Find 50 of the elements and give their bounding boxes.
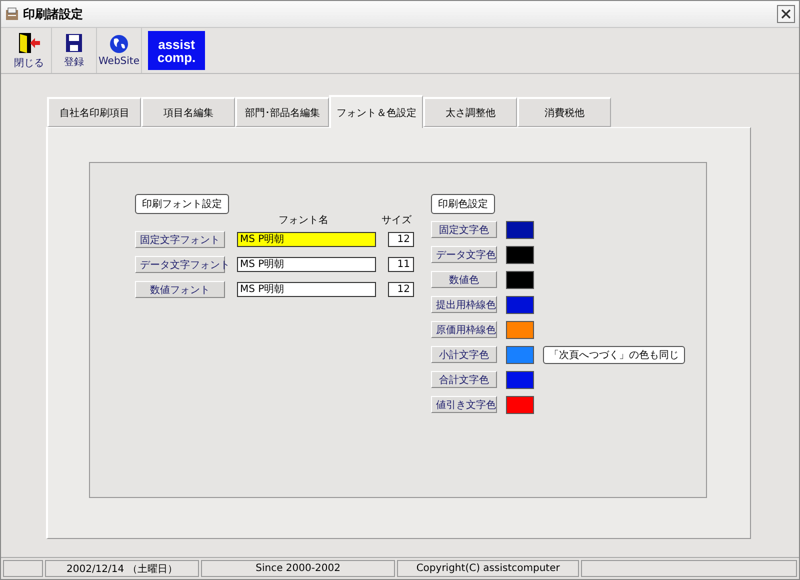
- section-heading: 印刷色設定: [431, 194, 495, 214]
- color-swatch[interactable]: [506, 296, 534, 314]
- note-label: 「次頁へつづく」の色も同じ: [543, 346, 685, 364]
- status-cell: [3, 560, 43, 577]
- tab[interactable]: 太さ調整他: [423, 97, 517, 127]
- tab[interactable]: フォント＆色設定: [329, 95, 423, 128]
- color-button[interactable]: 合計文字色: [431, 371, 497, 388]
- color-swatch[interactable]: [506, 220, 534, 238]
- status-cell: Copyright(C) assistcomputer: [397, 560, 580, 577]
- font-name-field[interactable]: MS P明朝: [237, 257, 376, 272]
- font-size-field[interactable]: 11: [388, 257, 414, 272]
- tab[interactable]: 項目名編集: [141, 97, 235, 127]
- column-header: フォント名: [277, 214, 330, 227]
- window-title: 印刷諸設定: [23, 6, 84, 22]
- color-button[interactable]: 原価用枠線色: [431, 321, 497, 338]
- close-button[interactable]: [777, 5, 795, 23]
- column-header: サイズ: [380, 214, 412, 227]
- color-swatch[interactable]: [506, 370, 534, 388]
- font-button[interactable]: データ文字フォント: [135, 256, 225, 273]
- color-button[interactable]: 提出用枠線色: [431, 296, 497, 313]
- globe-icon: [109, 34, 129, 54]
- font-size-field[interactable]: 12: [388, 282, 414, 297]
- toolbar-button[interactable]: 登録: [52, 28, 97, 73]
- color-button[interactable]: データ文字色: [431, 246, 497, 263]
- color-swatch[interactable]: [506, 320, 534, 338]
- close-icon: [781, 9, 791, 19]
- color-swatch[interactable]: [506, 246, 534, 264]
- color-button[interactable]: 値引き文字色: [431, 396, 497, 413]
- door-icon: [17, 32, 41, 54]
- tab[interactable]: 自社名印刷項目: [47, 97, 141, 127]
- font-name-field[interactable]: MS P明朝: [237, 232, 376, 247]
- logo-button[interactable]: assist comp.: [148, 31, 205, 70]
- app-icon: [5, 7, 19, 21]
- color-swatch[interactable]: [506, 396, 534, 414]
- color-button[interactable]: 固定文字色: [431, 221, 497, 238]
- font-button[interactable]: 数値フォント: [135, 281, 225, 298]
- color-button[interactable]: 小計文字色: [431, 346, 497, 363]
- status-cell: Since 2000-2002: [201, 560, 396, 577]
- color-swatch[interactable]: [506, 270, 534, 288]
- status-cell: 2002/12/14 （土曜日）: [44, 560, 200, 577]
- toolbar-button[interactable]: WebSite: [97, 28, 142, 73]
- section-heading: 印刷フォント設定: [135, 194, 229, 214]
- font-name-field[interactable]: MS P明朝: [237, 282, 376, 297]
- color-button[interactable]: 数値色: [431, 271, 497, 288]
- toolbar-button[interactable]: 閉じる: [7, 28, 52, 73]
- color-swatch[interactable]: [506, 346, 534, 364]
- tab[interactable]: 消費税他: [517, 97, 611, 127]
- font-button[interactable]: 固定文字フォント: [135, 231, 225, 248]
- tab[interactable]: 部門･部品名編集: [235, 97, 329, 127]
- font-size-field[interactable]: 12: [388, 232, 414, 247]
